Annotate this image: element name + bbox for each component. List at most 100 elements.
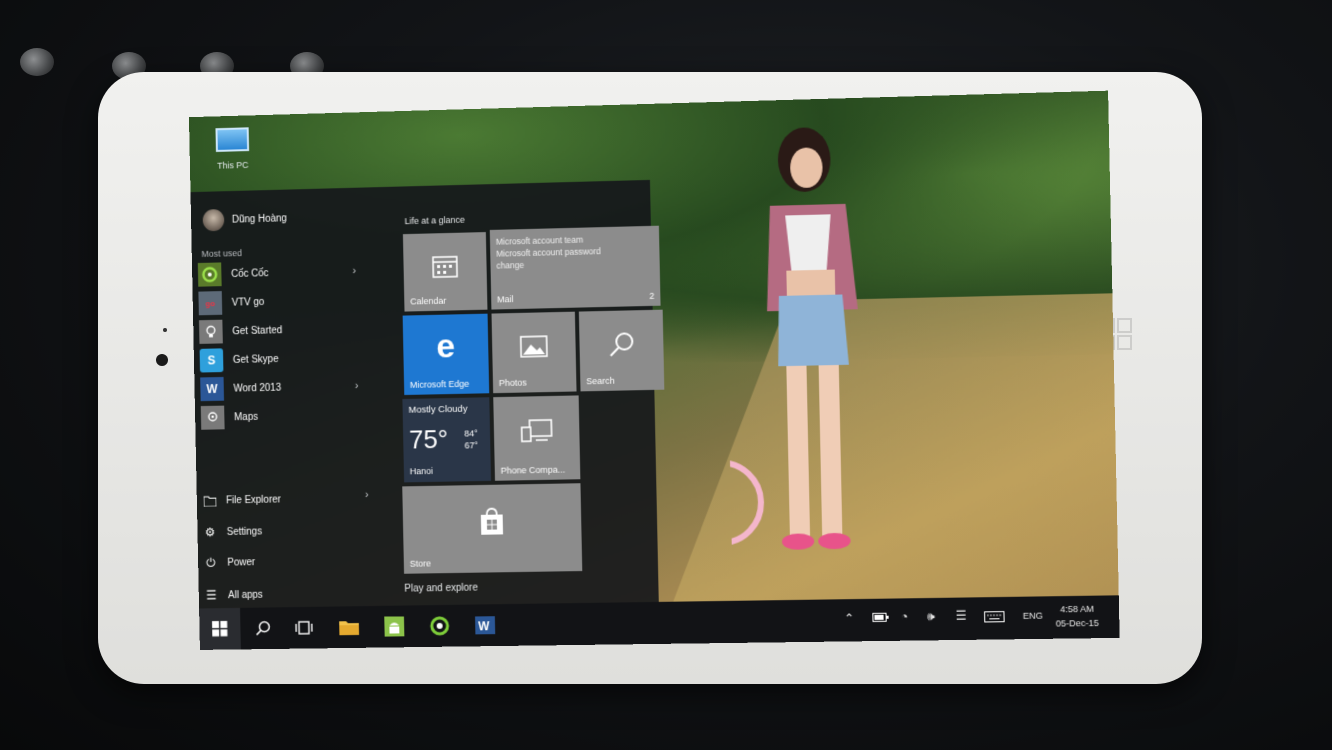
list-icon: ☰ (206, 588, 217, 603)
all-apps-label: All apps (227, 589, 263, 601)
language-indicator[interactable]: ENG (1023, 611, 1043, 621)
calendar-icon (432, 253, 458, 277)
power-label: Power (227, 556, 256, 569)
app-item-word-2013[interactable]: W Word 2013 (200, 374, 367, 402)
tile-search[interactable]: Search (578, 309, 665, 392)
tile-photos[interactable]: Photos (491, 311, 577, 394)
avatar (202, 209, 225, 232)
weather-condition: Mostly Cloudy (408, 403, 468, 416)
tile-label: Store (409, 558, 432, 569)
sensor-dot (163, 328, 167, 332)
group-title-play: Play and explore (404, 582, 479, 595)
tile-calendar[interactable]: Calendar (402, 232, 488, 312)
tile-label: Phone Compa... (500, 464, 566, 476)
chevron-right-icon[interactable]: › (355, 380, 359, 392)
folder-icon (203, 494, 217, 508)
file-explorer-button[interactable]: File Explorer (203, 493, 281, 508)
windows-logo-icon (212, 620, 228, 637)
coccoc-icon (197, 262, 222, 287)
mail-preview: Microsoft account team Microsoft account… (496, 232, 646, 272)
tile-label: Calendar (410, 295, 447, 307)
show-hidden-icons-chevron[interactable]: ⌃ (844, 611, 854, 625)
wifi-icon[interactable]: ◔ (901, 609, 909, 623)
maps-icon (200, 405, 225, 430)
coccoc-icon (430, 616, 450, 636)
folder-icon (339, 621, 360, 636)
word-icon: W (200, 376, 225, 402)
wallpaper-person (723, 126, 858, 562)
task-view-icon (295, 620, 313, 636)
this-pc-label: This PC (217, 159, 249, 171)
user-account[interactable]: Dũng Hoàng (202, 207, 288, 232)
app-label: Get Started (232, 324, 283, 337)
user-name: Dũng Hoàng (231, 212, 287, 226)
computer-icon (215, 127, 250, 152)
weather-high: 84° (464, 428, 478, 439)
app-label: Word 2013 (233, 382, 282, 395)
settings-label: Settings (226, 525, 263, 538)
search-icon (610, 332, 634, 357)
volume-icon[interactable]: 🕪 (927, 609, 935, 624)
weather-high-low: 84° 67° (464, 427, 478, 451)
android-icon (384, 616, 405, 637)
chevron-right-icon[interactable]: › (365, 489, 369, 501)
front-camera (156, 354, 168, 366)
touch-keyboard-icon[interactable] (984, 611, 1005, 624)
tile-weather[interactable]: Mostly Cloudy 75° 84° 67° Hanoi (402, 397, 492, 483)
tile-microsoft-edge[interactable]: e Microsoft Edge (402, 313, 490, 395)
tile-label: Search (586, 375, 615, 387)
taskbar-file-explorer[interactable] (338, 616, 360, 638)
tile-mail[interactable]: Microsoft account team Microsoft account… (489, 225, 661, 310)
vtvgo-icon: go (198, 291, 223, 316)
taskbar-coccoc[interactable] (429, 615, 451, 637)
app-item-maps[interactable]: Maps (200, 403, 368, 430)
app-item-get-started[interactable]: Get Started (198, 316, 366, 344)
group-title-life: Life at a glance (404, 214, 465, 227)
search-icon (255, 620, 271, 636)
this-pc-desktop-icon[interactable]: This PC (203, 127, 262, 174)
file-explorer-label: File Explorer (225, 494, 282, 506)
chevron-right-icon[interactable]: › (352, 265, 356, 277)
all-apps-button[interactable]: ☰ All apps (205, 588, 263, 603)
keyboard-key (20, 48, 54, 76)
action-center-icon[interactable]: ☰ (955, 609, 966, 623)
start-button[interactable] (199, 607, 241, 650)
clock-time: 4:58 AM (1059, 603, 1095, 615)
lightbulb-icon (198, 319, 223, 344)
clock-date: 05-Dec-15 (1055, 617, 1099, 629)
photos-icon (520, 335, 548, 358)
taskbar-word[interactable]: W (474, 614, 496, 636)
app-item-get-skype[interactable]: S Get Skype (199, 345, 367, 373)
mail-subject-line2: change (496, 259, 525, 271)
app-item-vtvgo[interactable]: go VTV go (198, 288, 365, 316)
store-bag-icon (480, 507, 504, 535)
gear-icon: ⚙ (204, 525, 216, 540)
weather-city: Hanoi (409, 465, 434, 477)
app-item-coccoc[interactable]: Cốc Cốc (197, 259, 365, 287)
mail-count-badge: 2 (649, 290, 655, 301)
battery-icon[interactable] (872, 613, 889, 624)
app-label: Maps (234, 411, 259, 423)
app-label: VTV go (231, 296, 265, 309)
settings-button[interactable]: ⚙ Settings (203, 525, 262, 540)
app-label: Cốc Cốc (231, 267, 269, 280)
power-button[interactable]: ⏻ Power (204, 555, 255, 570)
weather-temperature: 75° (408, 423, 449, 455)
tablet-screen: This PC Dũng Hoàng Most used Cốc Cốc › g… (188, 90, 1120, 650)
most-used-heading: Most used (201, 248, 243, 259)
task-view-button[interactable] (293, 617, 315, 639)
tile-label: Photos (498, 377, 527, 389)
word-icon: W (475, 616, 496, 635)
tile-label: Microsoft Edge (409, 378, 470, 390)
taskbar-search-button[interactable] (252, 617, 274, 639)
edge-icon: e (435, 326, 456, 366)
tile-phone-companion[interactable]: Phone Compa... (493, 395, 581, 481)
power-icon: ⏻ (206, 555, 216, 570)
app-label: Get Skype (232, 353, 279, 366)
svg-text:W: W (478, 619, 490, 633)
phone-companion-icon (519, 419, 553, 444)
taskbar-android-app[interactable] (383, 615, 405, 637)
start-menu: Dũng Hoàng Most used Cốc Cốc › go VTV go… (190, 179, 665, 609)
clock[interactable]: 4:58 AM 05-Dec-15 (1055, 602, 1099, 631)
tile-store[interactable]: Store (402, 483, 583, 574)
